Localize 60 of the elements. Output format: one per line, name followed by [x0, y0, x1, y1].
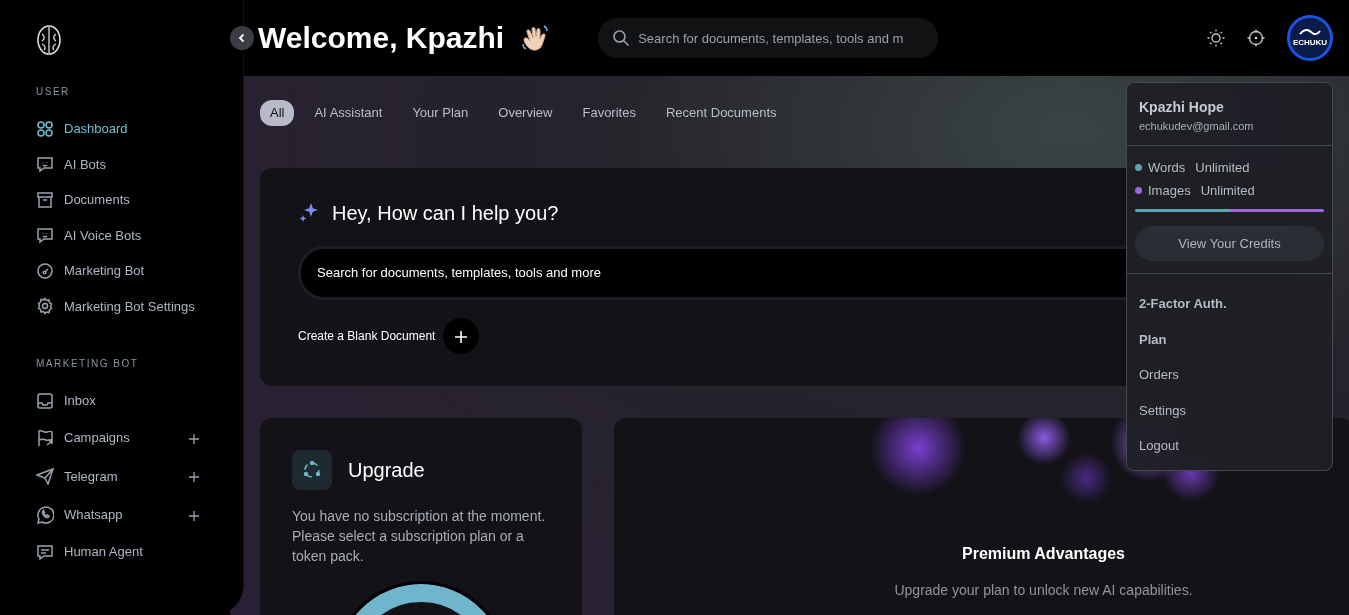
upgrade-title: Upgrade — [348, 457, 425, 482]
add-document-button[interactable] — [443, 317, 480, 354]
filter-tab[interactable]: AI Assistant — [304, 100, 393, 126]
message-icon — [36, 542, 54, 561]
section-heading: MARKETING BOT — [36, 357, 140, 371]
menu-item[interactable]: Plan — [1127, 321, 1332, 357]
archive-icon — [36, 190, 54, 209]
premium-description: Upgrade your plan to unlock new AI capabilities. — [894, 580, 1193, 600]
plus-icon — [454, 329, 469, 344]
credit-value: Unlimited — [1200, 182, 1255, 200]
user-email: echukudev@gmail.com — [1139, 119, 1255, 134]
chevron-left-icon — [237, 33, 247, 43]
assistant-heading: Hey, How can I help you? — [332, 200, 559, 226]
filter-tab[interactable]: Recent Documents — [655, 100, 787, 126]
section-heading: USER — [36, 85, 71, 99]
sidebar-item[interactable]: Dashboard — [36, 111, 207, 147]
sidebar-item[interactable]: Whatsapp — [36, 495, 207, 534]
create-document-label: Create a Blank Document — [298, 327, 436, 345]
welcome-heading: Welcome, Kpazhi — [258, 20, 505, 56]
inbox-icon — [36, 391, 54, 410]
gear-icon — [36, 297, 54, 316]
credit-label: Images — [1148, 182, 1191, 200]
sidebar-item[interactable]: Campaigns — [36, 418, 207, 457]
flag-icon — [36, 428, 54, 447]
credit-value: Unlimited — [1195, 158, 1250, 177]
sidebar-item[interactable]: Telegram — [36, 457, 207, 496]
upgrade-icon — [292, 449, 332, 490]
collapse-button[interactable] — [230, 26, 254, 50]
sidebar-item[interactable]: Marketing Bot Settings — [36, 288, 207, 324]
menu-item[interactable]: Logout — [1127, 428, 1332, 464]
paper-plane-icon — [36, 467, 54, 486]
grid-icon — [36, 119, 54, 138]
user-name: Kpazhi Hope — [1139, 98, 1225, 117]
crosshair-icon[interactable] — [1247, 29, 1265, 47]
chat-face-icon — [36, 226, 54, 245]
view-credits-button[interactable]: View Your Credits — [1135, 225, 1324, 261]
menu-item[interactable]: Settings — [1127, 392, 1332, 428]
header-search-field[interactable]: Search for documents, templates, tools and m — [598, 18, 939, 58]
sidebar-item[interactable]: AI Bots — [36, 146, 207, 182]
premium-title: Premium Advantages — [962, 543, 1125, 564]
phone-bubble-icon — [36, 505, 54, 524]
brain-logo — [36, 24, 62, 56]
sparkle-icon — [298, 201, 320, 224]
sun-icon[interactable] — [1207, 29, 1225, 47]
sidebar-item[interactable]: Human Agent — [36, 534, 207, 570]
wave-icon — [1299, 27, 1321, 37]
gauge-icon — [36, 261, 54, 280]
filter-tab[interactable]: Overview — [488, 100, 563, 126]
filter-tab[interactable]: All — [260, 100, 295, 126]
sidebar-item[interactable]: AI Voice Bots — [36, 217, 207, 253]
sidebar-item[interactable]: Documents — [36, 182, 207, 218]
filter-tab[interactable]: Your Plan — [402, 100, 479, 126]
upgrade-description: You have no subscription at the moment. Please select a subscription plan or a token pack. — [292, 506, 547, 566]
sidebar-item[interactable]: Inbox — [36, 383, 207, 419]
sidebar-item[interactable]: Marketing Bot — [36, 253, 207, 289]
filter-tab[interactable]: Favorites — [572, 100, 646, 126]
chat-face-icon — [36, 155, 54, 174]
credit-label: Words — [1148, 158, 1186, 177]
menu-item[interactable]: Orders — [1127, 357, 1332, 393]
user-avatar[interactable]: ECHUKU — [1287, 15, 1333, 61]
